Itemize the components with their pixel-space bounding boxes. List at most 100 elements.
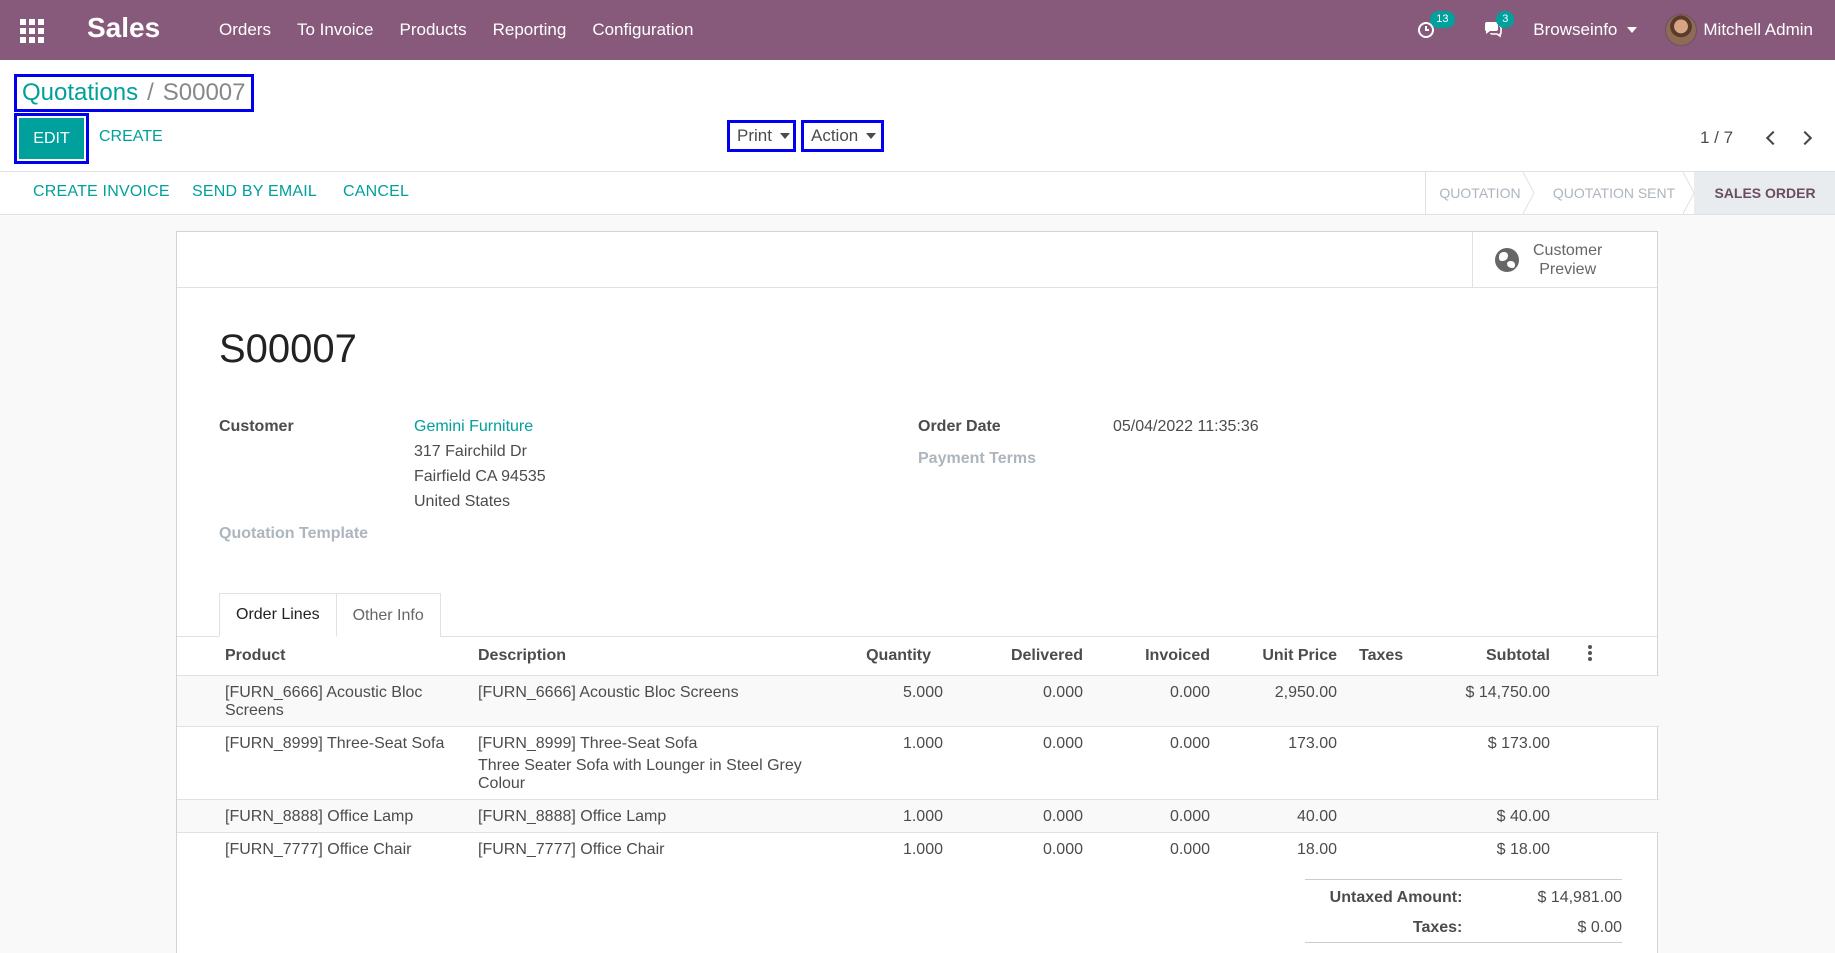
pager-previous-button[interactable] <box>1765 129 1781 147</box>
send-by-email-button[interactable]: SEND BY EMAIL <box>192 183 317 201</box>
print-dropdown[interactable]: Print <box>727 120 796 152</box>
chevron-down-icon <box>779 133 790 139</box>
table-row[interactable]: [FURN_8999] Three-Seat Sofa [FURN_8999] … <box>177 726 1659 800</box>
edit-button[interactable]: EDIT <box>14 113 89 164</box>
create-button[interactable]: CREATE <box>99 128 163 146</box>
order-totals: Untaxed Amount: $ 14,981.00 Taxes: $ 0.0… <box>1305 879 1622 943</box>
optional-columns-toggle[interactable] <box>1588 637 1659 676</box>
line-invoiced: 0.000 <box>1169 840 1210 858</box>
taxes-row: Taxes: $ 0.00 <box>1305 913 1622 943</box>
line-quantity-value: 1.000 <box>902 734 943 752</box>
menu-orders[interactable]: Orders <box>219 20 271 40</box>
status-stages: QUOTATION QUOTATION SENT SALES ORDER <box>1425 172 1835 214</box>
column-taxes[interactable]: Taxes <box>1345 637 1420 676</box>
line-invoiced: 0.000 <box>1091 799 1218 833</box>
column-unit-price[interactable]: Unit Price <box>1218 637 1345 676</box>
line-quantity-value: 5.000 <box>902 683 943 701</box>
edit-button-label: EDIT <box>19 118 84 159</box>
stage-quotation-sent-label: QUOTATION SENT <box>1552 185 1676 201</box>
line-quantity: 5.000 <box>855 675 943 727</box>
customer-preview-line2: Preview <box>1539 261 1597 278</box>
line-subtotal: $ 40.00 <box>1420 799 1588 833</box>
untaxed-amount-value: $ 14,981.00 <box>1537 889 1622 906</box>
customer-preview-line1: Customer <box>1533 242 1603 259</box>
stage-quotation[interactable]: QUOTATION <box>1426 172 1535 214</box>
menu-reporting[interactable]: Reporting <box>493 20 567 40</box>
untaxed-amount-row: Untaxed Amount: $ 14,981.00 <box>1305 883 1622 913</box>
tab-order-lines[interactable]: Order Lines <box>219 593 337 637</box>
line-product: [FURN_6666] Acoustic Bloc Screens <box>177 675 470 727</box>
main-menu: Orders To Invoice Products Reporting Con… <box>219 0 719 60</box>
menu-to-invoice[interactable]: To Invoice <box>297 20 374 40</box>
activity-count-badge: 13 <box>1430 11 1455 28</box>
control-panel: Quotations / S00007 EDIT CREATE Print Ac… <box>0 60 1835 172</box>
order-date-label: Order Date <box>918 418 1001 435</box>
customer-link[interactable]: Gemini Furniture <box>414 418 533 436</box>
line-description: [FURN_7777] Office Chair <box>470 832 855 865</box>
line-unit-price: 40.00 <box>1218 799 1345 833</box>
app-brand[interactable]: Sales <box>87 12 160 44</box>
untaxed-amount-label: Untaxed Amount: <box>1329 889 1463 906</box>
line-delivered: 0.000 <box>939 799 1091 833</box>
customer-address-line2: Fairfield CA 94535 <box>414 468 546 485</box>
table-row[interactable]: [FURN_7777] Office Chair [FURN_7777] Off… <box>177 832 1659 865</box>
line-subtotal: $ 18.00 <box>1496 840 1550 858</box>
line-delivered: 0.000 <box>939 675 1091 727</box>
systray: 13 3 Browseinfo Mitchell Admin <box>1417 0 1835 60</box>
avatar <box>1665 14 1698 46</box>
column-quantity[interactable]: Quantity <box>855 637 939 676</box>
pager-value[interactable]: 1 / 7 <box>1700 128 1733 148</box>
line-quantity: 1.000 <box>855 726 943 800</box>
line-invoiced: 0.000 <box>1091 726 1218 800</box>
user-name: Mitchell Admin <box>1703 20 1813 39</box>
action-dropdown[interactable]: Action <box>801 120 884 152</box>
activity-menu[interactable]: 13 <box>1417 11 1455 39</box>
line-product: [FURN_8999] Three-Seat Sofa <box>177 726 470 800</box>
column-invoiced[interactable]: Invoiced <box>1091 637 1218 676</box>
apps-menu-icon[interactable] <box>20 19 44 43</box>
line-product: [FURN_8888] Office Lamp <box>177 799 470 833</box>
pager-next-button[interactable] <box>1797 129 1814 147</box>
menu-products[interactable]: Products <box>400 20 467 40</box>
column-description[interactable]: Description <box>470 637 855 676</box>
menu-configuration[interactable]: Configuration <box>592 20 693 40</box>
order-lines-table: Product Description Quantity Delivered I… <box>177 637 1659 865</box>
chevron-right-icon <box>1797 130 1813 146</box>
column-subtotal[interactable]: Subtotal <box>1420 637 1588 676</box>
chevron-down-icon <box>1627 27 1638 33</box>
line-invoiced: 0.000 <box>1091 675 1218 727</box>
kebab-icon <box>1588 643 1592 663</box>
taxes-label: Taxes: <box>1412 918 1463 936</box>
line-description: [FURN_8999] Three-Seat Sofa Three Seater… <box>470 726 855 800</box>
button-box: Customer Preview <box>177 232 1657 288</box>
column-product[interactable]: Product <box>177 637 470 676</box>
line-description: [FURN_6666] Acoustic Bloc Screens <box>470 675 855 727</box>
line-taxes <box>1345 726 1420 800</box>
messaging-menu[interactable]: 3 <box>1483 11 1515 39</box>
create-invoice-button[interactable]: CREATE INVOICE <box>33 183 170 201</box>
page-title: S00007 <box>219 327 357 371</box>
tab-other-info[interactable]: Other Info <box>336 593 441 637</box>
chevron-left-icon <box>1765 130 1781 146</box>
breadcrumb-quotations[interactable]: Quotations <box>22 79 138 107</box>
column-delivered[interactable]: Delivered <box>939 637 1091 676</box>
user-menu[interactable]: Mitchell Admin <box>1665 14 1813 46</box>
table-row[interactable]: [FURN_8888] Office Lamp [FURN_8888] Offi… <box>177 799 1659 833</box>
line-quantity-value: 1.000 <box>902 840 943 858</box>
customer-label: Customer <box>219 418 294 435</box>
line-unit-price: 2,950.00 <box>1218 675 1345 727</box>
line-spacer <box>1588 726 1659 800</box>
line-description-text: [FURN_8888] Office Lamp <box>478 807 667 825</box>
line-delivered: 0.000 <box>1042 840 1083 858</box>
cancel-button[interactable]: CANCEL <box>343 183 409 201</box>
message-count-badge: 3 <box>1496 11 1515 28</box>
statusbar: CREATE INVOICE SEND BY EMAIL CANCEL QUOT… <box>0 172 1835 215</box>
line-quantity: 1.000 <box>855 799 943 833</box>
table-row[interactable]: [FURN_6666] Acoustic Bloc Screens [FURN_… <box>177 675 1659 727</box>
stage-quotation-sent[interactable]: QUOTATION SENT <box>1534 172 1695 214</box>
line-description-text: [FURN_7777] Office Chair <box>478 840 665 858</box>
company-switcher[interactable]: Browseinfo <box>1533 20 1638 40</box>
company-name: Browseinfo <box>1533 20 1618 39</box>
customer-preview-button[interactable]: Customer Preview <box>1472 232 1657 288</box>
line-spacer <box>1588 675 1659 727</box>
